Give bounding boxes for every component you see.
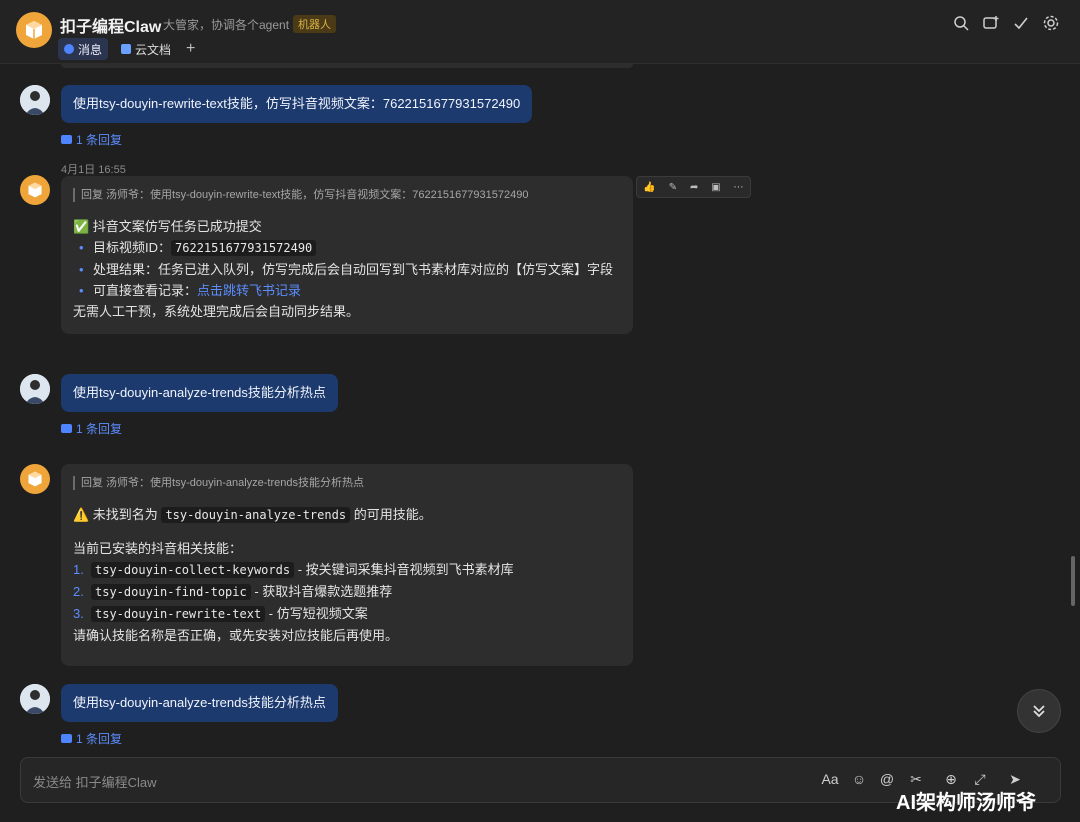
bot-message[interactable]: 回复 汤师爷：使用tsy-douyin-rewrite-text技能，仿写抖音视… (61, 176, 633, 334)
checkmark-icon[interactable] (1012, 14, 1030, 32)
thumbs-up-icon[interactable]: 👍 (643, 182, 655, 193)
box-logo-icon (28, 182, 42, 198)
tab-messages[interactable]: 消息 (58, 38, 109, 60)
tab-cloud-docs[interactable]: 云文档 (115, 38, 177, 60)
chat-title: 扣子编程Claw (60, 19, 162, 36)
skills-list: 1. tsy-douyin-collect-keywords - 按关键词采集抖… (73, 559, 621, 625)
user-message-bubble[interactable]: 使用tsy-douyin-analyze-trends技能分析热点 (61, 374, 338, 412)
tab-label: 消息 (78, 42, 103, 57)
skill-code: tsy-douyin-find-topic (91, 584, 251, 600)
list-item: 3. tsy-douyin-rewrite-text - 仿写短视频文案 (73, 606, 368, 622)
message-hover-toolbar: 👍 ✎ ➦ ▣ ⋯ (636, 176, 751, 198)
more-icon[interactable]: ⋯ (734, 182, 744, 193)
add-chat-icon[interactable] (982, 14, 1000, 32)
reply-thread-link[interactable]: 1 条回复 (61, 420, 122, 437)
scrollbar[interactable] (1071, 556, 1075, 606)
search-icon[interactable] (952, 14, 970, 32)
user-portrait-icon (20, 85, 50, 115)
result-list: 目标视频ID：7622151677931572490 处理结果：任务已进入队列，… (73, 237, 621, 301)
skill-code: tsy-douyin-collect-keywords (91, 562, 295, 578)
quoted-reply: 回复 汤师爷：使用tsy-douyin-analyze-trends技能分析热点 (73, 476, 621, 490)
list-item: 2. tsy-douyin-find-topic - 获取抖音爆款选题推荐 (73, 584, 393, 600)
reply-icon (61, 734, 72, 743)
chat-area: 使用tsy-douyin-rewrite-text技能，仿写抖音视频文案：762… (0, 64, 1080, 754)
bot-avatar[interactable] (16, 12, 52, 48)
reply-thread-link[interactable]: 1 条回复 (61, 131, 122, 148)
reply-count: 1 条回复 (76, 133, 123, 147)
reply-count: 1 条回复 (76, 422, 123, 436)
font-format-icon[interactable]: Aa (821, 770, 839, 788)
user-message-bubble[interactable]: 使用tsy-douyin-rewrite-text技能，仿写抖音视频文案：762… (61, 85, 533, 123)
user-portrait-icon (20, 374, 50, 404)
skill-name-code: tsy-douyin-analyze-trends (161, 507, 351, 523)
list-item: 1. tsy-douyin-collect-keywords - 按关键词采集抖… (73, 562, 514, 578)
chevron-double-down-icon (1033, 705, 1045, 718)
box-logo-icon (26, 21, 42, 39)
add-tab-button[interactable]: + (186, 40, 195, 58)
list-item: 目标视频ID：7622151677931572490 (73, 237, 621, 259)
warning-line: ⚠️ 未找到名为 tsy-douyin-analyze-trends 的可用技能… (73, 507, 432, 523)
bot-badge: 机器人 (293, 15, 336, 33)
label-icon[interactable]: ▣ (711, 182, 720, 193)
box-logo-icon (28, 471, 42, 487)
message-footer: 无需人工干预，系统处理完成后会自动同步结果。 (73, 304, 360, 319)
bot-avatar[interactable] (20, 464, 50, 494)
previous-message-edge (61, 64, 633, 68)
scroll-to-bottom-button[interactable] (1017, 689, 1061, 733)
emoji-icon[interactable]: ☺ (850, 770, 868, 788)
skills-intro: 当前已安装的抖音相关技能： (73, 541, 243, 556)
chat-icon (64, 44, 74, 54)
gear-icon[interactable] (1042, 14, 1060, 32)
video-id-code: 7622151677931572490 (171, 240, 317, 256)
tab-label: 云文档 (135, 42, 172, 57)
reply-thread-link[interactable]: 1 条回复 (61, 730, 122, 747)
reply-icon (61, 424, 72, 433)
reply-count: 1 条回复 (76, 732, 123, 746)
message-heading: ✅ 抖音文案仿写任务已成功提交 (73, 219, 262, 234)
feishu-record-link[interactable]: 点击跳转飞书记录 (197, 283, 301, 298)
message-input[interactable]: 发送给 扣子编程Claw (33, 772, 157, 791)
user-avatar[interactable] (20, 374, 50, 404)
chat-header: 扣子编程Claw 大管家，协调各个agent 机器人 消息 云文档 + (0, 0, 1080, 64)
message-footer: 请确认技能名称是否正确，或先安装对应技能后再使用。 (73, 628, 399, 643)
forward-icon[interactable]: ➦ (690, 182, 698, 193)
user-message-bubble[interactable]: 使用tsy-douyin-analyze-trends技能分析热点 (61, 684, 338, 722)
user-avatar[interactable] (20, 85, 50, 115)
watermark: AI架构师汤师爷 (896, 792, 1036, 814)
message-timestamp: 4月1日 16:55 (61, 164, 126, 176)
mention-icon[interactable]: @ (878, 770, 896, 788)
list-item: 可直接查看记录：点击跳转飞书记录 (73, 280, 621, 301)
doc-icon (121, 44, 131, 54)
chat-subtitle: 大管家，协调各个agent (163, 18, 290, 32)
reply-icon (61, 135, 72, 144)
user-portrait-icon (20, 684, 50, 714)
list-item: 处理结果：任务已进入队列，仿写完成后会自动回写到飞书素材库对应的【仿写文案】字段 (73, 259, 621, 280)
bot-message[interactable]: 回复 汤师爷：使用tsy-douyin-analyze-trends技能分析热点… (61, 464, 633, 666)
comment-icon[interactable]: ✎ (669, 182, 677, 193)
skill-code: tsy-douyin-rewrite-text (91, 606, 266, 622)
quoted-reply: 回复 汤师爷：使用tsy-douyin-rewrite-text技能，仿写抖音视… (73, 188, 621, 202)
bot-avatar[interactable] (20, 175, 50, 205)
user-avatar[interactable] (20, 684, 50, 714)
